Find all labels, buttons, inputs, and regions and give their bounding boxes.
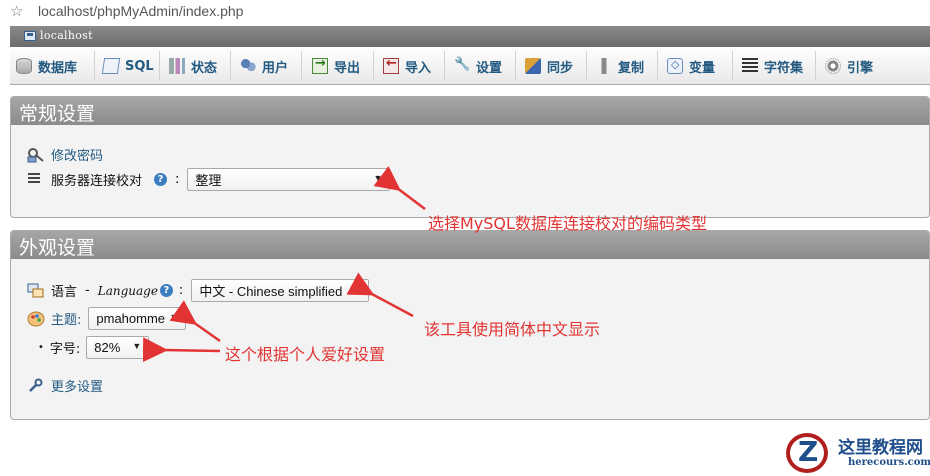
theme-arrow: [169, 300, 221, 343]
watermark-subtitle: herecours.com: [848, 457, 930, 468]
watermark-logo-icon: [786, 433, 828, 473]
annotation-language: 该工具使用简体中文显示: [424, 320, 601, 339]
annotation-arrows: [142, 166, 426, 363]
annotation-preference: 这个根据个人爱好设置: [225, 345, 386, 364]
annotation-collation: 选择MySQL数据库连接校对的编码类型: [428, 214, 707, 233]
fontsize-arrow: [142, 337, 221, 363]
collation-arrow: [373, 166, 426, 210]
language-arrow: [346, 272, 414, 318]
site-watermark: 这里教程网 herecours.com: [782, 430, 930, 476]
watermark-title: 这里教程网: [838, 438, 923, 458]
